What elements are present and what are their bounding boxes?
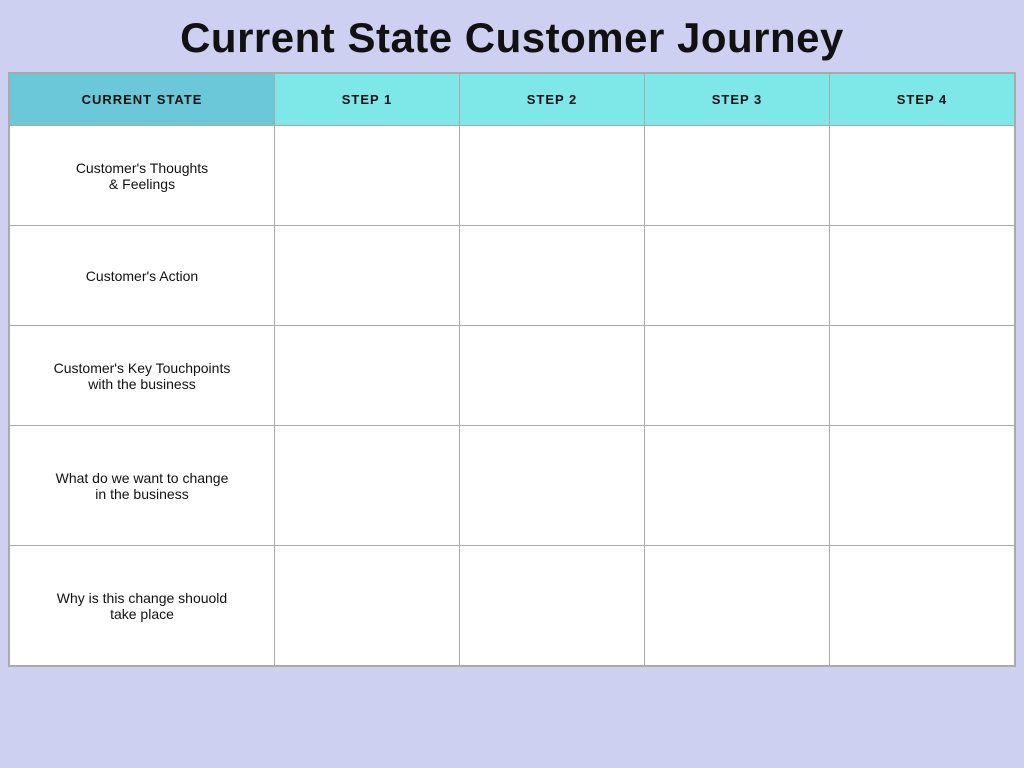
cell-r0-c1[interactable] [275, 126, 460, 226]
cell-r1-c4[interactable] [830, 226, 1015, 326]
cell-r4-c3[interactable] [645, 546, 830, 666]
table-row: Why is this change shouoldtake place [10, 546, 1015, 666]
table-row: Customer's Thoughts& Feelings [10, 126, 1015, 226]
table-row: Customer's Action [10, 226, 1015, 326]
cell-r4-c4[interactable] [830, 546, 1015, 666]
cell-r2-c4[interactable] [830, 326, 1015, 426]
cell-r4-c1[interactable] [275, 546, 460, 666]
cell-r1-c1[interactable] [275, 226, 460, 326]
row-label: What do we want to changein the business [10, 426, 275, 546]
page-title: Current State Customer Journey [0, 0, 1024, 72]
row-label: Customer's Action [10, 226, 275, 326]
header-step3: STEP 3 [645, 74, 830, 126]
cell-r1-c3[interactable] [645, 226, 830, 326]
cell-r2-c1[interactable] [275, 326, 460, 426]
row-label: Customer's Thoughts& Feelings [10, 126, 275, 226]
cell-r3-c3[interactable] [645, 426, 830, 546]
table-body: Customer's Thoughts& FeelingsCustomer's … [10, 126, 1015, 666]
cell-r3-c4[interactable] [830, 426, 1015, 546]
row-label: Why is this change shouoldtake place [10, 546, 275, 666]
header-row: CURRENT STATE STEP 1 STEP 2 STEP 3 STEP … [10, 74, 1015, 126]
cell-r2-c2[interactable] [460, 326, 645, 426]
header-current-state: CURRENT STATE [10, 74, 275, 126]
header-step1: STEP 1 [275, 74, 460, 126]
header-step4: STEP 4 [830, 74, 1015, 126]
row-label: Customer's Key Touchpointswith the busin… [10, 326, 275, 426]
header-step2: STEP 2 [460, 74, 645, 126]
journey-table-wrapper: CURRENT STATE STEP 1 STEP 2 STEP 3 STEP … [8, 72, 1016, 667]
table-row: Customer's Key Touchpointswith the busin… [10, 326, 1015, 426]
table-row: What do we want to changein the business [10, 426, 1015, 546]
cell-r0-c2[interactable] [460, 126, 645, 226]
cell-r0-c3[interactable] [645, 126, 830, 226]
cell-r1-c2[interactable] [460, 226, 645, 326]
cell-r0-c4[interactable] [830, 126, 1015, 226]
cell-r3-c2[interactable] [460, 426, 645, 546]
journey-table: CURRENT STATE STEP 1 STEP 2 STEP 3 STEP … [9, 73, 1015, 666]
cell-r4-c2[interactable] [460, 546, 645, 666]
cell-r2-c3[interactable] [645, 326, 830, 426]
cell-r3-c1[interactable] [275, 426, 460, 546]
